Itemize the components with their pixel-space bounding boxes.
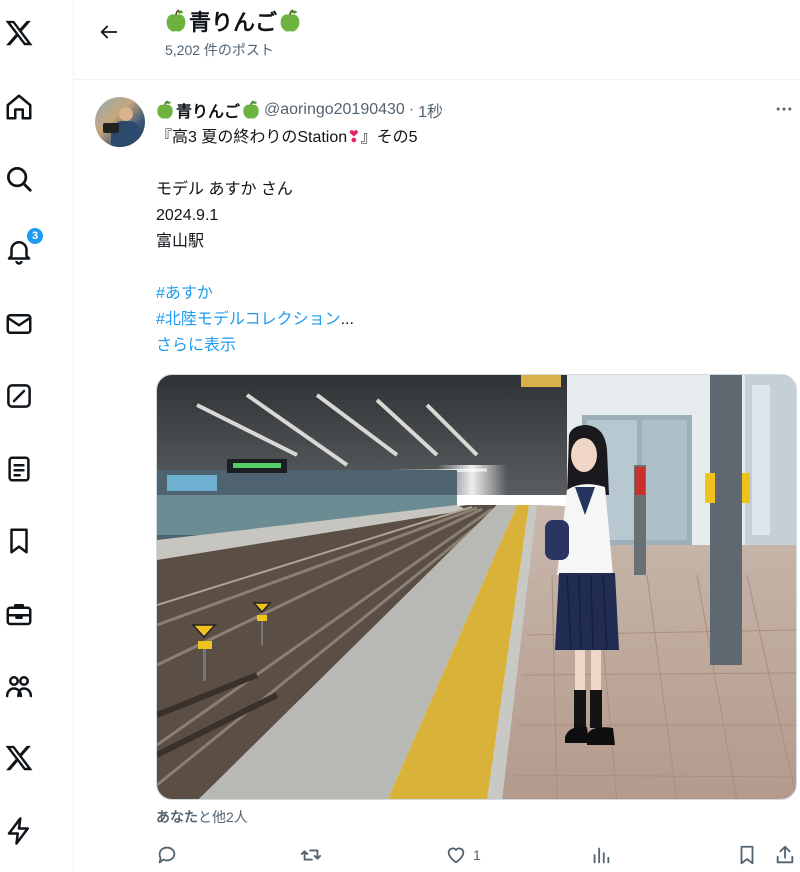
display-name[interactable]: 青りんご: [156, 98, 260, 122]
handle[interactable]: @aoringo20190430: [264, 101, 405, 119]
hashtag-link[interactable]: #あすか: [156, 281, 213, 307]
bookmark-button[interactable]: [736, 842, 758, 868]
like-button[interactable]: 1: [445, 842, 481, 868]
home-icon[interactable]: [0, 88, 38, 126]
lists-icon[interactable]: [0, 450, 38, 488]
green-apple-icon: [243, 100, 259, 119]
tweet-meta: 青りんご @aoringo20190430 · 1秒: [156, 97, 443, 123]
liked-by[interactable]: あなたと他2人: [156, 807, 248, 827]
page-title: 青りんご: [165, 4, 301, 38]
back-arrow-icon[interactable]: [95, 18, 123, 46]
messages-icon[interactable]: [0, 305, 38, 343]
bookmarks-icon[interactable]: [0, 522, 38, 560]
post-count: 5,202 件のポスト: [165, 42, 274, 58]
analytics-icon: [593, 847, 610, 864]
more-options-icon[interactable]: [770, 98, 798, 120]
notifications-icon[interactable]: 3: [0, 227, 44, 270]
share-icon: [776, 845, 794, 864]
tweet-line-3: 2024.9.1: [156, 207, 219, 224]
timestamp[interactable]: 1秒: [418, 98, 443, 122]
grok-icon[interactable]: [0, 377, 38, 415]
bookmark-icon: [740, 845, 754, 865]
heart-exclamation-icon: ❣: [347, 129, 361, 146]
hashtag-link[interactable]: #北陸モデルコレクション: [156, 307, 341, 333]
title-text: 青りんご: [189, 10, 278, 35]
sidebar-nav: 3: [0, 0, 74, 872]
communities-icon[interactable]: [0, 667, 38, 705]
reply-button[interactable]: [156, 842, 178, 868]
station-platform-photo: [157, 375, 796, 799]
heart-icon: [447, 847, 465, 864]
verified-orgs-icon[interactable]: [0, 812, 38, 850]
tweet-text: 『高3 夏の終わりのStation ❣ 』その5 モデル あすか さん 2024…: [156, 125, 776, 359]
notifications-badge: 3: [26, 227, 44, 245]
repost-button[interactable]: [300, 842, 322, 868]
green-apple-icon: [280, 9, 300, 32]
x-logo-icon[interactable]: [0, 14, 38, 52]
truncation-ellipsis: ...: [340, 311, 354, 328]
tweet-photo[interactable]: [156, 374, 797, 800]
premium-icon[interactable]: [0, 739, 38, 777]
repost-icon: [300, 849, 322, 861]
views-button[interactable]: [590, 842, 612, 868]
liked-by-you: あなた: [156, 809, 198, 825]
tweet-line-4: 富山駅: [156, 233, 205, 250]
jobs-icon[interactable]: [0, 595, 38, 633]
app-root: 3 青りんご 5,202 件のポスト 青りんご @aoringo20190430…: [0, 0, 800, 872]
liked-by-others: と他2人: [198, 809, 248, 825]
share-button[interactable]: [774, 842, 796, 868]
green-apple-icon: [166, 9, 186, 32]
reply-icon: [158, 846, 176, 864]
search-icon[interactable]: [0, 160, 38, 198]
green-apple-icon: [157, 100, 173, 119]
tweet-line-1a: 『高3 夏の終わりのStation: [156, 129, 348, 146]
tweet-line: 『高3 夏の終わりのStation ❣ 』その5: [156, 125, 776, 151]
tweet-line-1b: 』その5: [360, 129, 418, 146]
meta-separator: ·: [408, 101, 415, 118]
like-count: 1: [473, 847, 481, 863]
profile-header: 青りんご 5,202 件のポスト: [75, 0, 800, 80]
avatar[interactable]: [95, 97, 145, 147]
display-name-text: 青りんご: [176, 104, 241, 121]
show-more-link[interactable]: さらに表示: [156, 333, 236, 359]
tweet-line-2: モデル あすか さん: [156, 181, 293, 198]
